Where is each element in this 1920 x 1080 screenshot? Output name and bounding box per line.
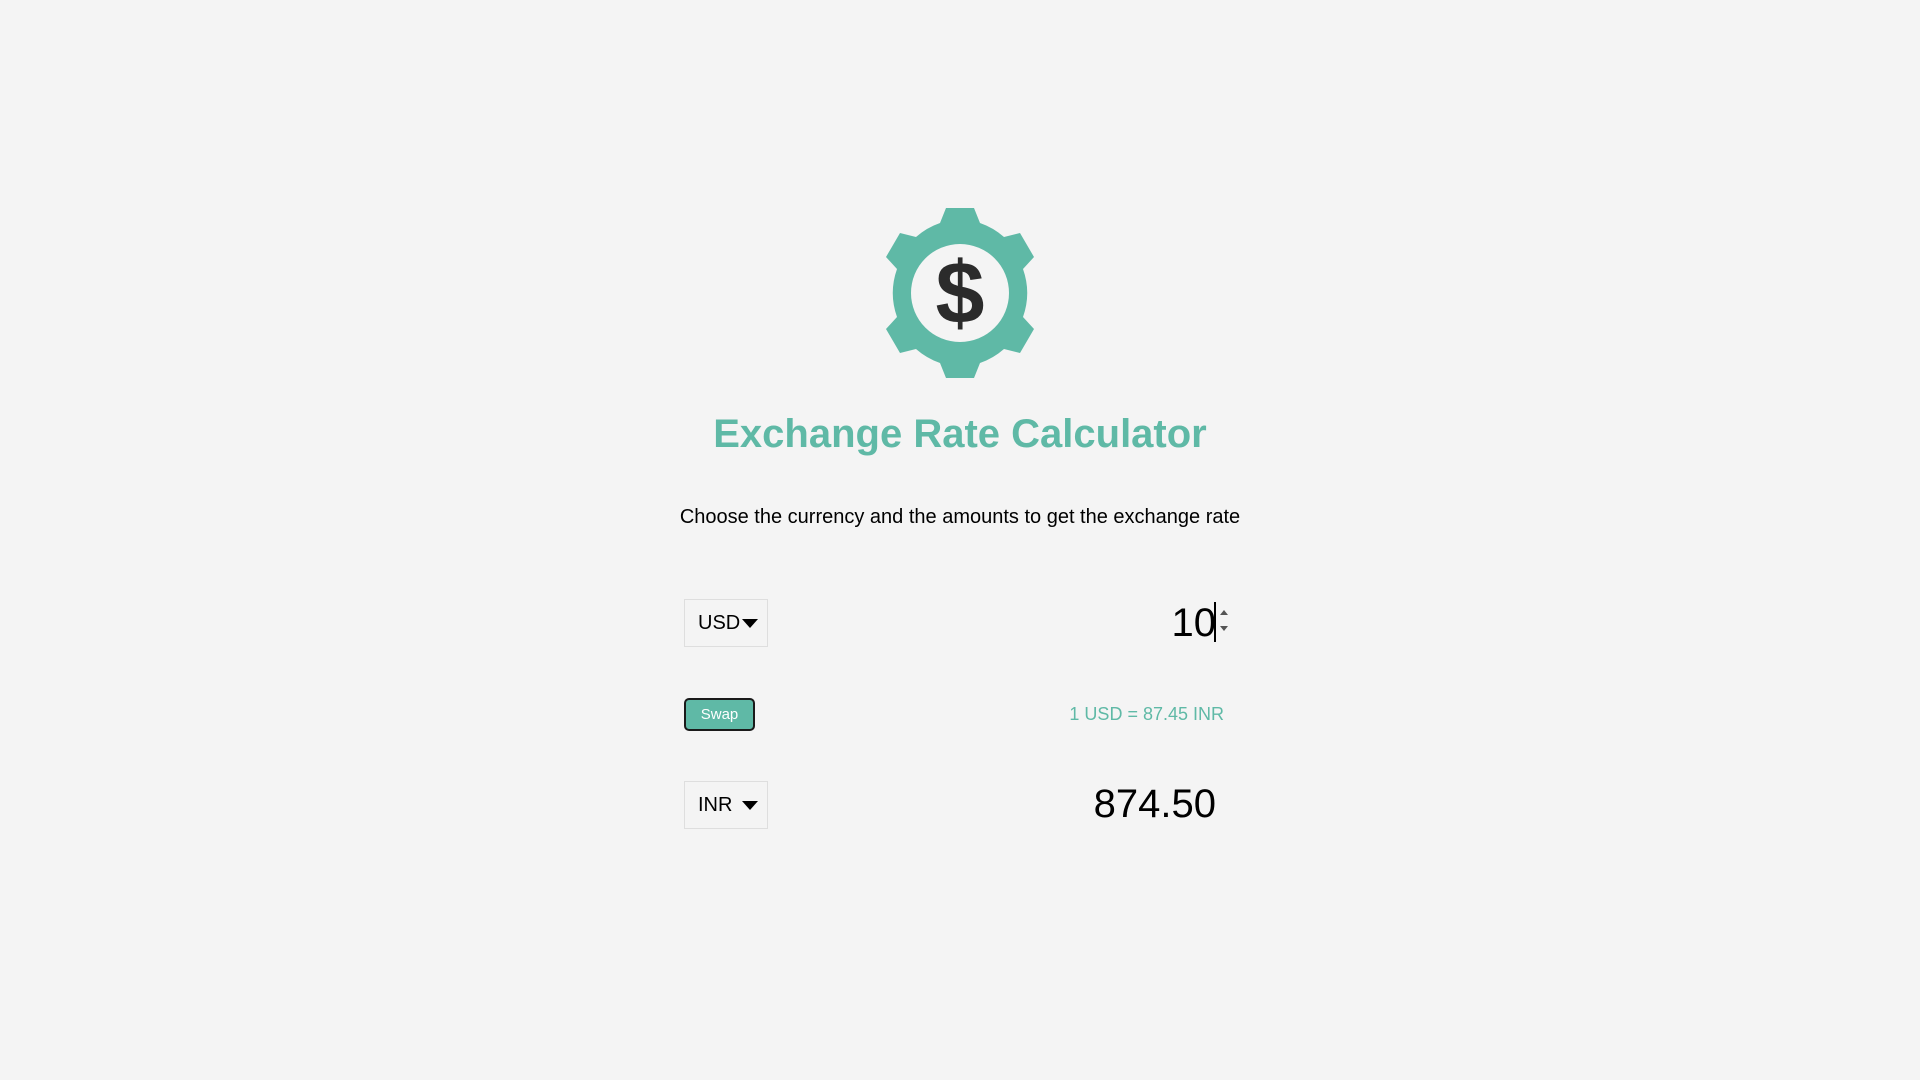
to-amount-output: 874.50: [1093, 782, 1216, 826]
amount-stepper[interactable]: [1218, 606, 1230, 636]
from-currency-label: USD: [698, 611, 741, 634]
text-cursor: [1214, 602, 1216, 642]
chevron-down-icon: [742, 800, 759, 810]
stepper-down-icon[interactable]: [1220, 626, 1228, 631]
to-currency-select[interactable]: INR: [684, 781, 768, 829]
to-currency-label: INR: [698, 793, 733, 816]
page-subtitle: Choose the currency and the amounts to g…: [679, 506, 1241, 528]
from-amount-input[interactable]: [1100, 596, 1216, 650]
from-currency-select[interactable]: USD: [684, 599, 768, 647]
page-title: Exchange Rate Calculator: [713, 412, 1207, 456]
exchange-rate-text: 1 USD = 87.45 INR: [1069, 704, 1224, 724]
swap-button[interactable]: Swap: [684, 698, 755, 731]
stepper-up-icon[interactable]: [1220, 610, 1228, 615]
chevron-down-icon: [742, 618, 759, 628]
dollar-icon: $: [936, 243, 985, 342]
gear-dollar-icon: $: [870, 206, 1050, 380]
